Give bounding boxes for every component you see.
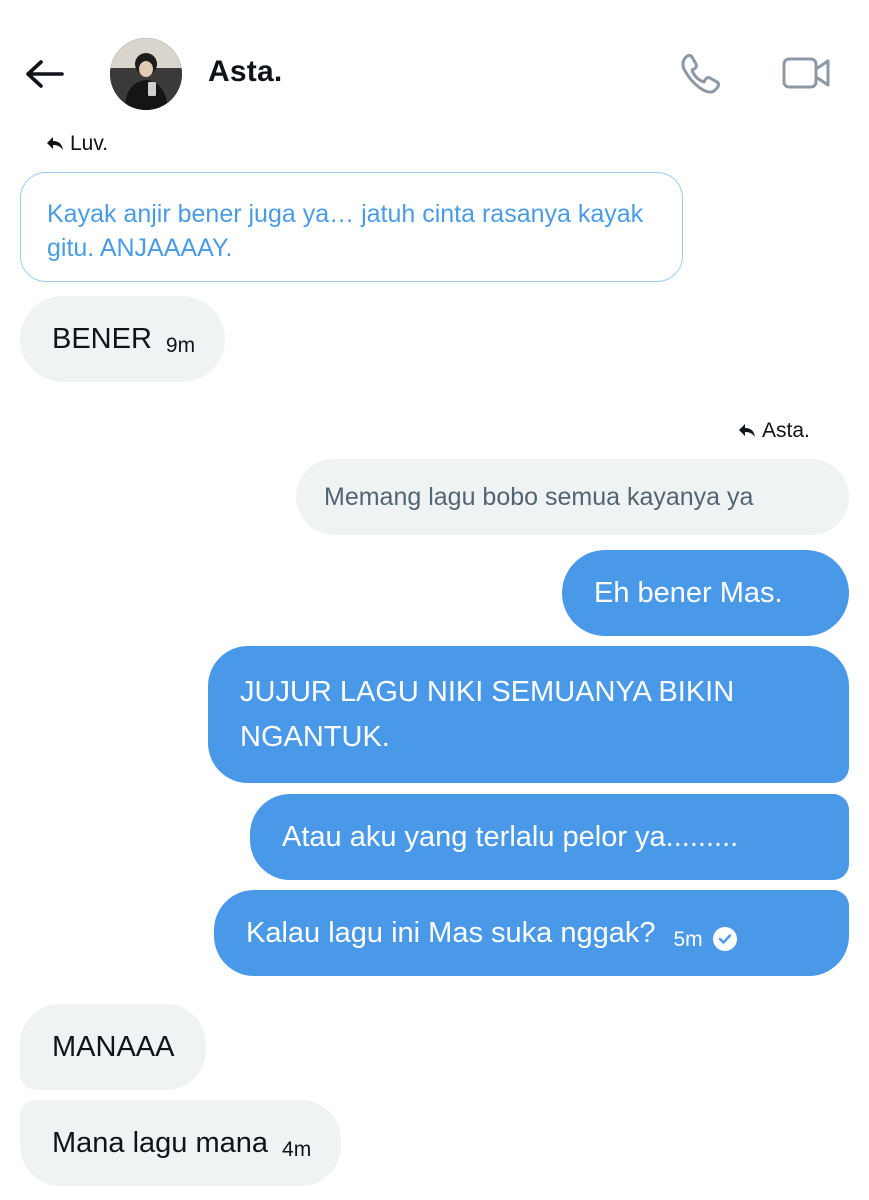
- call-button[interactable]: [676, 48, 726, 98]
- message-text: BENER: [52, 323, 152, 355]
- message-timestamp: 5m: [673, 928, 703, 951]
- contact-name[interactable]: Asta.: [208, 55, 282, 89]
- message-timestamp: 4m: [282, 1138, 312, 1161]
- reply-to-name: Asta.: [762, 419, 810, 442]
- message-bubble-incoming[interactable]: BENER 9m: [20, 296, 226, 382]
- arrow-left-icon: [26, 60, 64, 88]
- message-bubble-incoming[interactable]: MANAAA: [20, 1004, 207, 1090]
- reply-arrow-icon: [739, 424, 755, 437]
- avatar-image: [110, 38, 182, 110]
- phone-icon: [681, 54, 720, 94]
- message-bubble-outgoing[interactable]: Atau aku yang terlalu pelor ya.........: [250, 794, 849, 880]
- video-call-button[interactable]: [780, 48, 834, 98]
- message-timestamp: 9m: [165, 334, 196, 357]
- quoted-message[interactable]: Memang lagu bobo semua kayanya ya: [296, 459, 849, 535]
- check-circle-icon: [712, 927, 737, 951]
- message-text: JUJUR LAGU NIKI SEMUANYA BIKIN NGANTUK.: [240, 675, 735, 753]
- message-bubble-outgoing[interactable]: JUJUR LAGU NIKI SEMUANYA BIKIN NGANTUK.: [208, 646, 849, 783]
- reply-indicator: Asta.: [738, 419, 810, 443]
- chat-header: Asta.: [0, 0, 869, 130]
- message-bubble-outgoing[interactable]: Eh bener Mas.: [562, 550, 849, 636]
- reply-indicator: Luv.: [46, 132, 108, 156]
- avatar[interactable]: [110, 38, 182, 110]
- reply-arrow-icon: [47, 137, 63, 150]
- message-bubble-outgoing[interactable]: Kalau lagu ini Mas suka nggak? 5m: [214, 890, 849, 976]
- message-text: Mana lagu mana: [52, 1127, 269, 1159]
- reply-to-name: Luv.: [70, 132, 109, 155]
- message-text: Atau aku yang terlalu pelor ya.........: [282, 821, 739, 853]
- message-text: Eh bener Mas.: [594, 577, 783, 609]
- message-text: Kalau lagu ini Mas suka nggak?: [246, 917, 656, 949]
- message-text: MANAAA: [52, 1031, 175, 1063]
- back-button[interactable]: [22, 52, 66, 96]
- quoted-message[interactable]: Kayak anjir bener juga ya… jatuh cinta r…: [20, 172, 683, 282]
- video-camera-icon: [782, 57, 830, 89]
- message-bubble-incoming[interactable]: Mana lagu mana 4m: [20, 1100, 342, 1186]
